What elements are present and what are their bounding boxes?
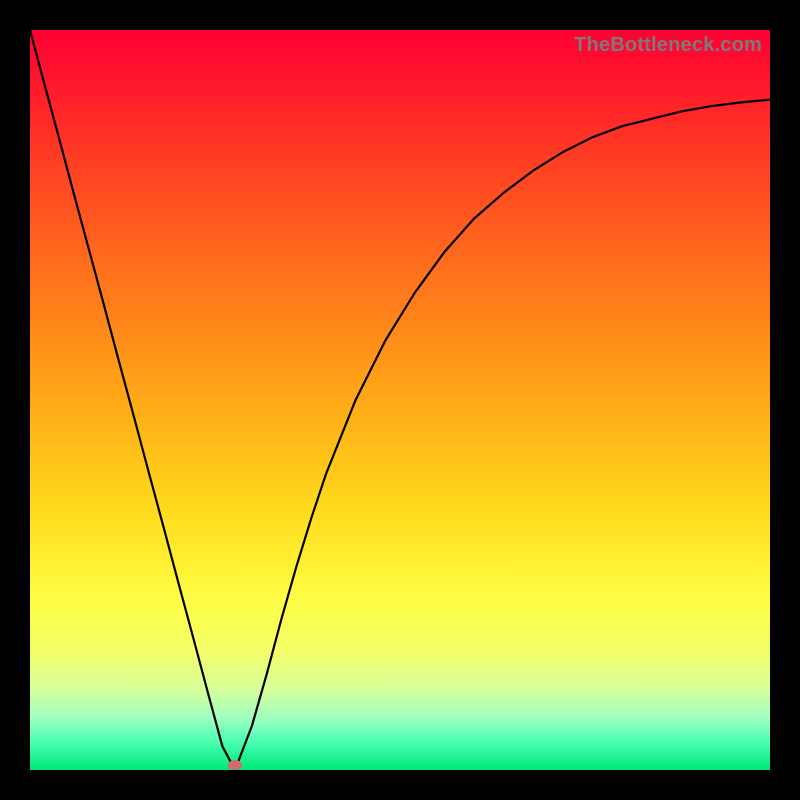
bottleneck-curve [30,30,770,770]
optimum-marker [228,760,242,770]
chart-frame: TheBottleneck.com [0,0,800,800]
plot-area: TheBottleneck.com [30,30,770,770]
curve-path [30,30,770,770]
